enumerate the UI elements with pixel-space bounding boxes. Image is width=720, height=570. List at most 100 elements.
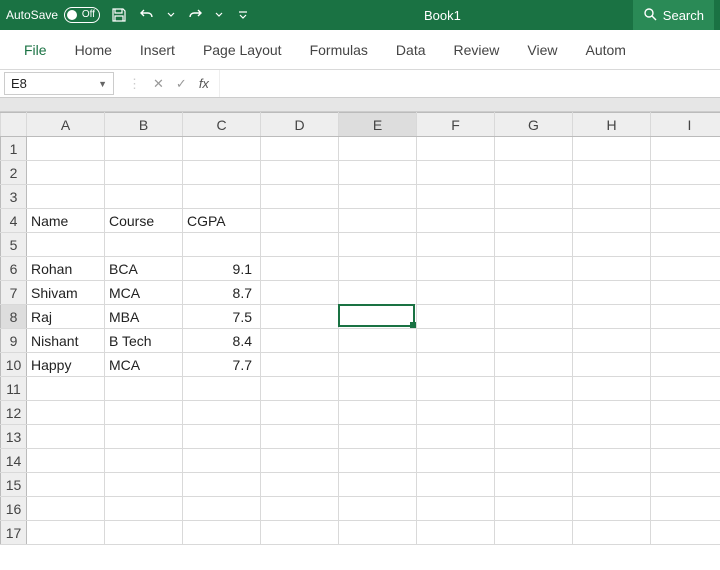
cell-E3[interactable] (339, 185, 417, 209)
formula-input[interactable] (219, 70, 720, 97)
row-header-14[interactable]: 14 (1, 449, 27, 473)
cell-B14[interactable] (105, 449, 183, 473)
cell-G9[interactable] (495, 329, 573, 353)
row-header-6[interactable]: 6 (1, 257, 27, 281)
cell-H9[interactable] (573, 329, 651, 353)
cell-A16[interactable] (27, 497, 105, 521)
column-header-E[interactable]: E (339, 113, 417, 137)
cell-C9[interactable]: 8.4 (183, 329, 261, 353)
cell-B15[interactable] (105, 473, 183, 497)
cell-A7[interactable]: Shivam (27, 281, 105, 305)
row-header-8[interactable]: 8 (1, 305, 27, 329)
cell-I6[interactable] (651, 257, 720, 281)
cell-B11[interactable] (105, 377, 183, 401)
cell-E6[interactable] (339, 257, 417, 281)
cell-F10[interactable] (417, 353, 495, 377)
cell-G4[interactable] (495, 209, 573, 233)
select-all-corner[interactable] (1, 113, 27, 137)
cell-G15[interactable] (495, 473, 573, 497)
row-header-11[interactable]: 11 (1, 377, 27, 401)
undo-icon[interactable] (138, 6, 156, 24)
cell-F2[interactable] (417, 161, 495, 185)
row-header-4[interactable]: 4 (1, 209, 27, 233)
cell-C11[interactable] (183, 377, 261, 401)
cell-C7[interactable]: 8.7 (183, 281, 261, 305)
cell-D5[interactable] (261, 233, 339, 257)
search-box[interactable]: Search (633, 0, 714, 30)
cell-H6[interactable] (573, 257, 651, 281)
cell-G3[interactable] (495, 185, 573, 209)
cell-A3[interactable] (27, 185, 105, 209)
cell-A1[interactable] (27, 137, 105, 161)
cell-I17[interactable] (651, 521, 720, 545)
chevron-down-icon[interactable] (214, 6, 224, 24)
toggle-off-icon[interactable]: Off (64, 7, 100, 23)
cell-F6[interactable] (417, 257, 495, 281)
cell-B13[interactable] (105, 425, 183, 449)
cell-E5[interactable] (339, 233, 417, 257)
cell-H10[interactable] (573, 353, 651, 377)
autosave-toggle[interactable]: AutoSave Off (6, 7, 100, 23)
row-header-5[interactable]: 5 (1, 233, 27, 257)
cell-A4[interactable]: Name (27, 209, 105, 233)
cell-E9[interactable] (339, 329, 417, 353)
cell-G16[interactable] (495, 497, 573, 521)
cell-F1[interactable] (417, 137, 495, 161)
cell-D6[interactable] (261, 257, 339, 281)
tab-autom[interactable]: Autom (572, 30, 640, 69)
cell-H17[interactable] (573, 521, 651, 545)
cell-F11[interactable] (417, 377, 495, 401)
cell-H4[interactable] (573, 209, 651, 233)
cell-D12[interactable] (261, 401, 339, 425)
column-header-D[interactable]: D (261, 113, 339, 137)
cell-H13[interactable] (573, 425, 651, 449)
cell-C14[interactable] (183, 449, 261, 473)
row-header-7[interactable]: 7 (1, 281, 27, 305)
tab-file[interactable]: File (10, 30, 61, 69)
cell-G6[interactable] (495, 257, 573, 281)
cell-A11[interactable] (27, 377, 105, 401)
column-header-G[interactable]: G (495, 113, 573, 137)
cell-H15[interactable] (573, 473, 651, 497)
cell-D2[interactable] (261, 161, 339, 185)
cell-H12[interactable] (573, 401, 651, 425)
cell-B6[interactable]: BCA (105, 257, 183, 281)
cell-D4[interactable] (261, 209, 339, 233)
column-header-B[interactable]: B (105, 113, 183, 137)
chevron-down-icon[interactable] (166, 6, 176, 24)
cell-D3[interactable] (261, 185, 339, 209)
cell-C16[interactable] (183, 497, 261, 521)
cell-E15[interactable] (339, 473, 417, 497)
cell-A14[interactable] (27, 449, 105, 473)
cell-B16[interactable] (105, 497, 183, 521)
cell-C3[interactable] (183, 185, 261, 209)
cell-E12[interactable] (339, 401, 417, 425)
cell-B10[interactable]: MCA (105, 353, 183, 377)
cell-G17[interactable] (495, 521, 573, 545)
confirm-icon[interactable]: ✓ (176, 76, 187, 92)
cell-D14[interactable] (261, 449, 339, 473)
cell-D8[interactable] (261, 305, 339, 329)
cell-G12[interactable] (495, 401, 573, 425)
cell-D17[interactable] (261, 521, 339, 545)
cell-F17[interactable] (417, 521, 495, 545)
cell-I13[interactable] (651, 425, 720, 449)
cell-E7[interactable] (339, 281, 417, 305)
row-header-13[interactable]: 13 (1, 425, 27, 449)
cancel-icon[interactable]: ✕ (153, 76, 164, 92)
cell-G10[interactable] (495, 353, 573, 377)
spreadsheet-grid[interactable]: ABCDEFGHI1234NameCourseCGPA56RohanBCA9.1… (0, 112, 720, 545)
cell-E13[interactable] (339, 425, 417, 449)
cell-G8[interactable] (495, 305, 573, 329)
cell-H8[interactable] (573, 305, 651, 329)
cell-E2[interactable] (339, 161, 417, 185)
cell-C12[interactable] (183, 401, 261, 425)
save-icon[interactable] (110, 6, 128, 24)
redo-icon[interactable] (186, 6, 204, 24)
column-header-C[interactable]: C (183, 113, 261, 137)
row-header-3[interactable]: 3 (1, 185, 27, 209)
cell-D10[interactable] (261, 353, 339, 377)
cell-H2[interactable] (573, 161, 651, 185)
cell-A15[interactable] (27, 473, 105, 497)
tab-insert[interactable]: Insert (126, 30, 189, 69)
